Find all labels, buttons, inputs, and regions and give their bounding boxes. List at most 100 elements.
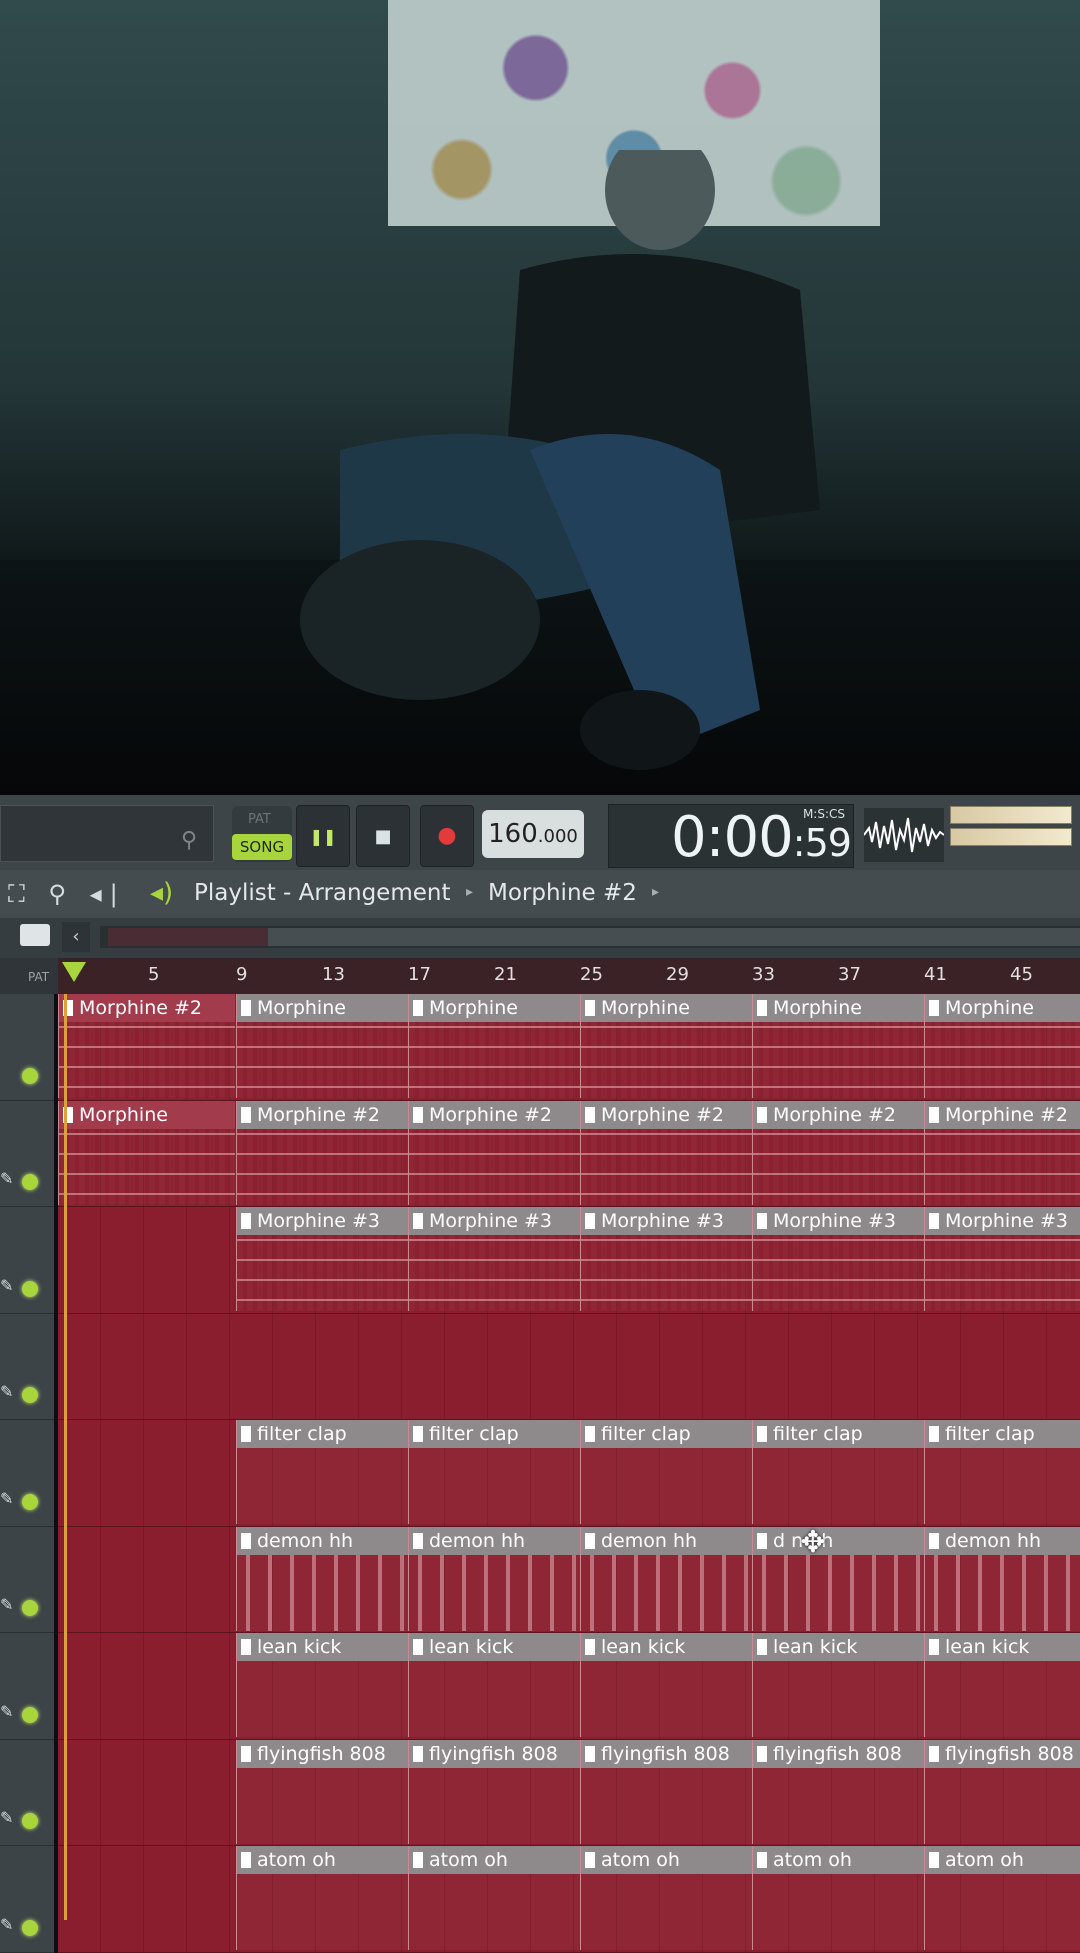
song-time-display[interactable]: M:S:CS 0:00:59: [608, 804, 854, 868]
track-lane-9[interactable]: atom oh atom oh atom oh atom oh atom oh: [58, 1846, 1080, 1953]
pattern-clip[interactable]: demon hh: [580, 1526, 753, 1631]
playhead-marker[interactable]: [62, 962, 86, 982]
clip-header[interactable]: atom oh: [925, 1846, 1080, 1874]
clip-header[interactable]: Morphine #3: [581, 1207, 753, 1235]
pattern-clip[interactable]: flyingfish 808: [236, 1739, 409, 1844]
pattern-arrow-icon[interactable]: ▸: [652, 884, 659, 900]
track-lane-4[interactable]: [58, 1313, 1080, 1420]
pattern-clip[interactable]: lean kick: [236, 1633, 409, 1737]
track-enable-led[interactable]: [22, 1919, 38, 1936]
track-lane-7[interactable]: lean kick lean kick lean kick lean kick lean…: [58, 1633, 1080, 1740]
pattern-clip[interactable]: lean kick: [752, 1633, 925, 1737]
pattern-clip[interactable]: filter clap: [408, 1420, 581, 1524]
clip-header[interactable]: Morphine: [925, 994, 1080, 1022]
track-header-4[interactable]: ✎: [0, 1313, 54, 1420]
clip-header[interactable]: flyingfish 808: [237, 1739, 409, 1768]
pattern-clip[interactable]: Morphine #3: [924, 1207, 1080, 1311]
scroll-range[interactable]: [108, 928, 268, 946]
pattern-clip[interactable]: Morphine #2: [752, 1100, 925, 1205]
record-button[interactable]: ●: [420, 805, 474, 867]
pattern-clip[interactable]: demon hh: [408, 1526, 581, 1631]
clip-header[interactable]: lean kick: [237, 1633, 409, 1661]
pattern-clip[interactable]: filter clap: [236, 1420, 409, 1524]
track-lane-2[interactable]: Morphine Morphine #2 Morphine #2 Morphine #…: [58, 1100, 1080, 1207]
track-lane-1[interactable]: Morphine #2 Morphine Morphine Morphine Morph…: [58, 994, 1080, 1101]
clip-header[interactable]: Morphine: [581, 994, 753, 1022]
clip-header[interactable]: Morphine #2: [753, 1100, 925, 1129]
clip-header[interactable]: Morphine: [59, 1100, 235, 1129]
stop-button[interactable]: ■: [356, 805, 410, 867]
pattern-clip[interactable]: atom oh: [580, 1846, 753, 1950]
pattern-clip[interactable]: Morphine: [752, 994, 925, 1098]
clip-header[interactable]: Morphine #3: [753, 1207, 925, 1235]
pattern-clip[interactable]: Morphine: [924, 994, 1080, 1098]
clip-header[interactable]: filter clap: [237, 1420, 409, 1448]
track-enable-led[interactable]: [22, 1813, 38, 1829]
clip-header[interactable]: Morphine #2: [237, 1100, 409, 1129]
pattern-clip[interactable]: Morphine #3: [580, 1207, 753, 1311]
track-enable-led[interactable]: [22, 1280, 38, 1297]
pattern-clip[interactable]: flyingfish 808: [408, 1739, 581, 1844]
clip-header[interactable]: Morphine #2: [59, 994, 235, 1022]
piano-icon[interactable]: [20, 924, 50, 946]
pattern-clip[interactable]: Morphine #3: [408, 1207, 581, 1311]
pattern-clip[interactable]: lean kick: [580, 1633, 753, 1737]
pattern-clip[interactable]: Morphine: [408, 994, 581, 1098]
pattern-clip[interactable]: Morphine: [236, 994, 409, 1098]
pattern-clip[interactable]: flyingfish 808: [580, 1739, 753, 1844]
pattern-clip[interactable]: Morphine #3: [752, 1207, 925, 1311]
pattern-clip[interactable]: Morphine #2: [58, 994, 235, 1098]
track-enable-led[interactable]: [22, 1493, 38, 1510]
song-mode-button[interactable]: SONG: [232, 834, 292, 860]
track-header-2[interactable]: ✎: [0, 1100, 54, 1207]
track-enable-led[interactable]: [22, 1387, 38, 1403]
track-header-5[interactable]: ✎: [0, 1420, 54, 1527]
clip-header[interactable]: lean kick: [753, 1633, 925, 1661]
track-enable-led[interactable]: [22, 1600, 38, 1616]
mic-icon[interactable]: ⚲: [181, 828, 203, 856]
clip-header[interactable]: Morphine: [237, 994, 409, 1022]
clip-header[interactable]: flyingfish 808: [409, 1739, 581, 1768]
pattern-clip[interactable]: Morphine #2: [924, 1100, 1080, 1205]
pattern-clip[interactable]: atom oh: [408, 1846, 581, 1950]
track-header-3[interactable]: ✎: [0, 1207, 54, 1314]
pattern-clip[interactable]: filter clap: [752, 1420, 925, 1524]
clip-header[interactable]: Morphine: [753, 994, 925, 1022]
clip-header[interactable]: Morphine #3: [925, 1207, 1080, 1235]
speaker-icon[interactable]: ◂): [150, 878, 173, 908]
pattern-clip[interactable]: flyingfish 808: [924, 1739, 1080, 1844]
clip-header[interactable]: d n hh: [753, 1526, 925, 1555]
tempo-display[interactable]: 160.000: [482, 810, 584, 858]
pattern-clip[interactable]: Morphine #3: [236, 1207, 409, 1311]
clip-header[interactable]: flyingfish 808: [925, 1739, 1080, 1768]
track-enable-led[interactable]: [22, 1174, 38, 1190]
pattern-clip[interactable]: flyingfish 808: [752, 1739, 925, 1844]
scroll-left-button[interactable]: ‹: [62, 922, 90, 952]
track-enable-led[interactable]: [22, 1067, 38, 1084]
pattern-clip[interactable]: Morphine #2: [580, 1100, 753, 1205]
clip-header[interactable]: atom oh: [237, 1846, 409, 1874]
clip-header[interactable]: Morphine: [409, 994, 581, 1022]
clip-header[interactable]: filter clap: [409, 1420, 581, 1448]
clip-header[interactable]: demon hh: [581, 1526, 753, 1555]
current-pattern[interactable]: Morphine #2: [488, 880, 637, 906]
clip-header[interactable]: demon hh: [925, 1526, 1080, 1555]
pattern-clip[interactable]: demon hh: [924, 1526, 1080, 1631]
pattern-clip[interactable]: Morphine #2: [236, 1100, 409, 1205]
clip-header[interactable]: demon hh: [409, 1526, 581, 1555]
clip-header[interactable]: lean kick: [581, 1633, 753, 1661]
pattern-clip[interactable]: atom oh: [236, 1846, 409, 1950]
timeline-ruler[interactable]: PAT 5 9 13 17 21 25 29 33 37 41 45: [0, 958, 1080, 994]
pattern-clip[interactable]: Morphine #2: [408, 1100, 581, 1205]
clip-header[interactable]: demon hh: [237, 1526, 409, 1555]
clip-header[interactable]: atom oh: [409, 1846, 581, 1874]
clip-header[interactable]: filter clap: [581, 1420, 753, 1448]
track-header-9[interactable]: ✎: [0, 1846, 54, 1953]
track-lane-6[interactable]: demon hh demon hh demon hh d n hh demon hh: [58, 1526, 1080, 1633]
pattern-clip[interactable]: filter clap: [924, 1420, 1080, 1524]
playlist-title[interactable]: Playlist - Arrangement: [194, 880, 450, 906]
pat-mode-label[interactable]: PAT: [248, 812, 271, 827]
clip-header[interactable]: atom oh: [753, 1846, 925, 1874]
track-lane-5[interactable]: filter clap filter clap filter clap filter …: [58, 1420, 1080, 1527]
clip-header[interactable]: flyingfish 808: [753, 1739, 925, 1768]
